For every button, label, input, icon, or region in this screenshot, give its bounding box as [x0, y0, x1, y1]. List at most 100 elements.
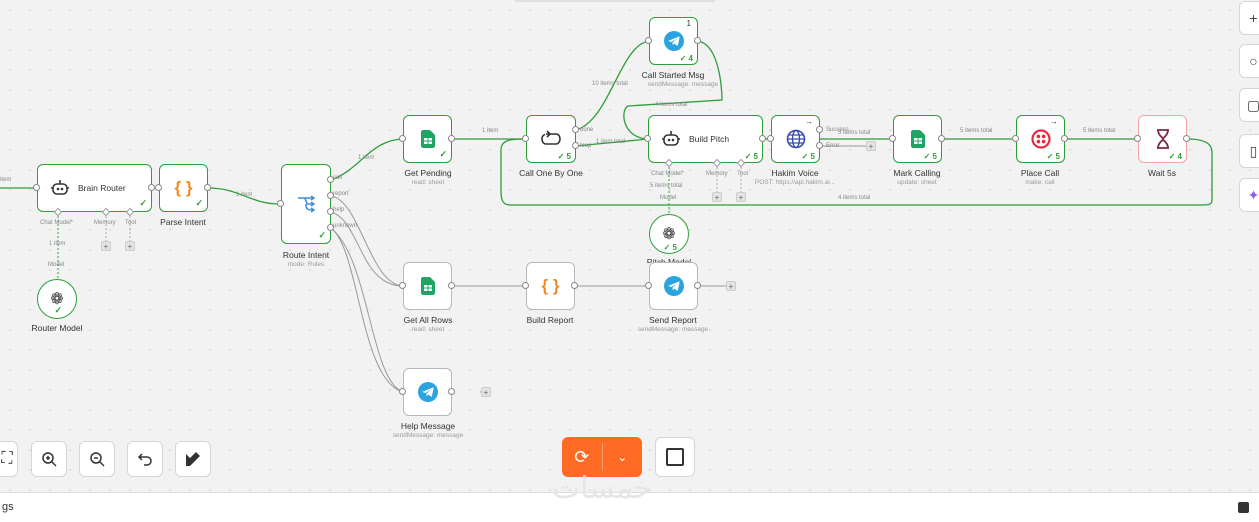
- output-port-success[interactable]: [816, 126, 823, 133]
- node-route-intent[interactable]: ✓: [281, 164, 331, 244]
- output-port[interactable]: [448, 135, 455, 142]
- add-tool-button[interactable]: +: [736, 192, 746, 202]
- tidy-up-button[interactable]: [175, 441, 211, 477]
- edge-label: 5 items total: [838, 130, 871, 136]
- input-port[interactable]: [645, 282, 652, 289]
- output-port-unknown[interactable]: [327, 224, 334, 231]
- input-port[interactable]: [644, 135, 651, 142]
- port-label-error: Error: [826, 143, 840, 149]
- node-build-report[interactable]: { }: [526, 262, 575, 310]
- panel-button[interactable]: ▯: [1239, 134, 1259, 168]
- zoom-out-button[interactable]: [79, 441, 115, 477]
- node-place-call[interactable]: → ✓ 5: [1016, 115, 1065, 163]
- input-port[interactable]: [33, 184, 40, 191]
- output-port[interactable]: [204, 184, 211, 191]
- node-brain-router[interactable]: Brain Router ✓: [37, 164, 152, 212]
- search-button[interactable]: ○: [1239, 44, 1259, 78]
- input-port[interactable]: [1012, 135, 1019, 142]
- node-subtitle: sendMessage: message: [637, 326, 709, 333]
- port-label-loop: loop: [580, 143, 592, 149]
- port-label-chat-model: Chat Model*: [651, 171, 685, 177]
- node-router-model[interactable]: ❁ ✓: [37, 279, 77, 319]
- sticky-note-icon: ▢: [1246, 96, 1259, 113]
- output-port[interactable]: [694, 282, 701, 289]
- zoom-in-icon: [42, 452, 57, 467]
- node-send-report[interactable]: [649, 262, 698, 310]
- logs-bar[interactable]: خمسات gs: [0, 472, 1259, 522]
- input-port[interactable]: [1134, 135, 1141, 142]
- node-pitch-model[interactable]: ❁ ✓ 5: [649, 214, 689, 254]
- node-title: Mark Calling: [893, 168, 941, 178]
- port-label-chat-model: Chat Model*: [40, 220, 74, 226]
- edge-label: 4 items total: [838, 195, 871, 201]
- node-call-one-by-one[interactable]: ✓ 5: [526, 115, 576, 163]
- node-help-message[interactable]: [403, 368, 452, 416]
- input-port[interactable]: [522, 282, 529, 289]
- input-port[interactable]: [522, 135, 529, 142]
- output-port-done[interactable]: [572, 126, 579, 133]
- edge-label: 5 items total: [650, 183, 683, 189]
- sparkle-icon: ✦: [1247, 186, 1259, 203]
- node-title: Help Message: [400, 421, 456, 431]
- logs-label[interactable]: gs: [2, 501, 14, 513]
- node-hakim-voice[interactable]: → ✓ 5: [771, 115, 820, 163]
- fit-view-button[interactable]: ⛶: [0, 441, 18, 477]
- output-port[interactable]: [1061, 135, 1068, 142]
- output-port[interactable]: [448, 282, 455, 289]
- output-port[interactable]: [1183, 135, 1190, 142]
- undo-button[interactable]: [127, 441, 163, 477]
- node-title: Call One By One: [519, 168, 583, 178]
- node-build-pitch[interactable]: Build Pitch ✓ 5: [648, 115, 763, 163]
- node-subtitle: read: sheet: [411, 326, 445, 333]
- input-port[interactable]: [399, 388, 406, 395]
- output-port-report[interactable]: [327, 192, 334, 199]
- output-port-help[interactable]: [327, 208, 334, 215]
- input-port[interactable]: [155, 184, 162, 191]
- output-port-loop[interactable]: [572, 142, 579, 149]
- input-port[interactable]: [399, 135, 406, 142]
- add-memory-button[interactable]: +: [712, 192, 722, 202]
- node-title: Call Started Msg: [641, 70, 705, 80]
- node-subtitle: make: call: [1025, 179, 1055, 186]
- node-wait-5s[interactable]: ✓ 4: [1138, 115, 1187, 163]
- add-node-panel-button[interactable]: +: [1239, 1, 1259, 35]
- add-node-button[interactable]: +: [866, 141, 876, 151]
- node-call-started-msg[interactable]: 1 ✓ 4: [649, 17, 698, 65]
- expand-panel-icon[interactable]: [1238, 502, 1249, 513]
- edge-label: 1 item: [49, 241, 66, 247]
- notes-button[interactable]: ▢: [1239, 88, 1259, 122]
- add-node-button[interactable]: +: [726, 281, 736, 291]
- undo-icon: [137, 453, 152, 466]
- port-label-tool: Tool: [125, 220, 137, 226]
- output-port[interactable]: [448, 388, 455, 395]
- node-title: Hakim Voice: [771, 168, 819, 178]
- node-get-all-rows[interactable]: [403, 262, 452, 310]
- output-port[interactable]: [694, 37, 701, 44]
- input-port[interactable]: [767, 135, 774, 142]
- output-port[interactable]: [938, 135, 945, 142]
- openai-icon: ❁: [662, 226, 676, 243]
- input-port[interactable]: [399, 282, 406, 289]
- output-port-error[interactable]: [816, 142, 823, 149]
- loop-icon: [541, 130, 561, 145]
- output-port[interactable]: [571, 282, 578, 289]
- workflow-canvas[interactable]: Brain Router ✓ item Chat Model* Memory T…: [0, 0, 1259, 492]
- node-get-pending[interactable]: ✓: [403, 115, 452, 163]
- input-port[interactable]: [645, 37, 652, 44]
- node-parse-intent[interactable]: { } ✓: [159, 164, 208, 212]
- output-port[interactable]: [759, 135, 766, 142]
- zoom-in-button[interactable]: [31, 441, 67, 477]
- input-port[interactable]: [889, 135, 896, 142]
- add-node-button[interactable]: +: [481, 387, 491, 397]
- add-memory-button[interactable]: +: [101, 241, 111, 251]
- output-port[interactable]: [148, 184, 155, 191]
- panel-icon: ▯: [1249, 142, 1258, 159]
- success-check-icon: ✓: [54, 305, 62, 315]
- ai-assistant-button[interactable]: ✦: [1239, 178, 1259, 212]
- input-port[interactable]: [277, 200, 284, 207]
- stop-button[interactable]: [655, 437, 695, 477]
- run-count-badge: ✓ 5: [1046, 152, 1060, 161]
- add-tool-button[interactable]: +: [125, 241, 135, 251]
- output-port-call[interactable]: [327, 176, 334, 183]
- node-mark-calling[interactable]: ✓ 5: [893, 115, 942, 163]
